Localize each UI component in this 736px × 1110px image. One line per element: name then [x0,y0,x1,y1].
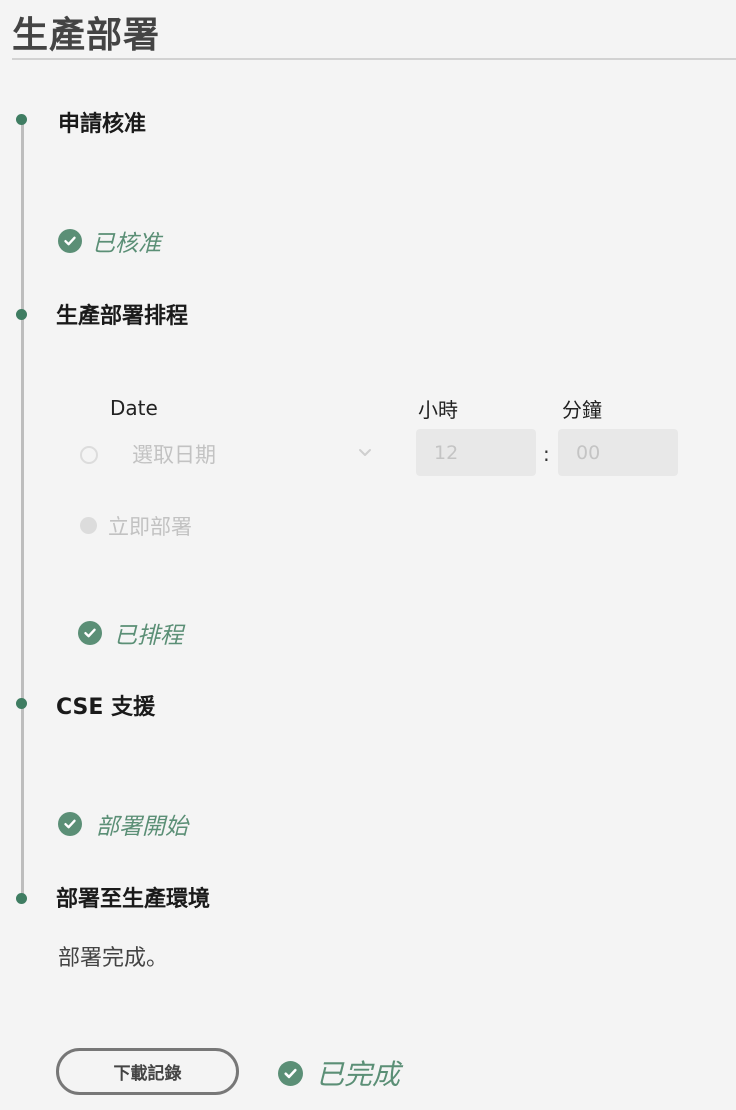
chevron-down-icon[interactable] [358,448,372,458]
title-divider [12,58,736,60]
status-text: 已核准 [92,231,161,257]
deploy-now-radio[interactable] [80,517,97,534]
status-deploy-started: 部署開始 [58,807,188,841]
step-title-production: 部署至生產環境 [56,887,211,912]
deploy-now-label[interactable]: 立即部署 [108,511,192,541]
status-approved: 已核准 [58,224,161,258]
status-text: 部署開始 [96,814,188,840]
check-circle-icon [78,621,102,645]
status-text: 已排程 [114,623,183,649]
step-title-approval: 申請核准 [58,112,147,137]
page-title: 生產部署 [12,15,161,56]
hour-value: 12 [434,441,459,464]
timeline-line [21,120,24,898]
timeline-dot [16,893,27,904]
check-circle-icon [58,812,82,836]
download-log-button[interactable]: 下載記錄 [56,1048,239,1095]
check-circle-icon [58,229,82,253]
hour-label: 小時 [418,398,458,422]
time-separator: : [543,442,550,466]
minute-label: 分鐘 [562,398,602,422]
step-title-cse-support: CSE 支援 [56,695,156,720]
step-title-schedule: 生產部署排程 [56,304,189,329]
deploy-complete-message: 部署完成。 [58,946,169,971]
timeline-dot [16,114,27,125]
timeline-dot [16,698,27,709]
minute-value: 00 [576,441,601,464]
timeline-dot [16,309,27,320]
date-label: Date [110,396,158,420]
status-completed: 已完成 [278,1053,400,1093]
status-text: 已完成 [316,1058,401,1091]
status-scheduled: 已排程 [78,616,183,650]
check-circle-icon [278,1060,303,1086]
date-picker[interactable]: 選取日期 [132,439,216,469]
hour-input[interactable]: 12 [416,429,536,476]
schedule-date-radio[interactable] [80,446,98,464]
minute-input[interactable]: 00 [558,429,678,476]
